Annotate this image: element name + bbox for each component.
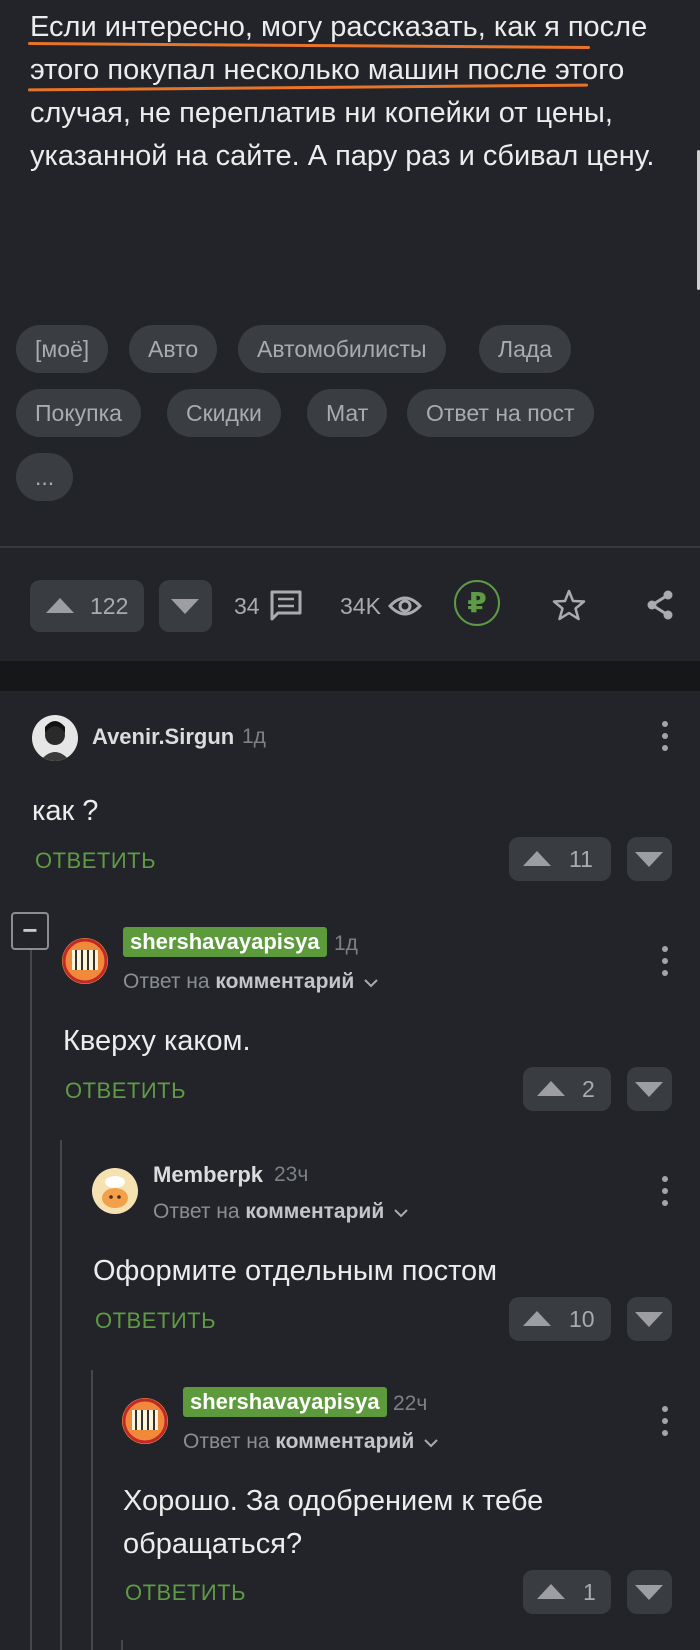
- reply-button[interactable]: ОТВЕТИТЬ: [95, 1308, 216, 1334]
- downvote-button[interactable]: [159, 580, 212, 632]
- collapse-button[interactable]: −: [11, 912, 49, 950]
- downvote-icon: [171, 599, 199, 614]
- reply-to-prefix: Ответ на: [153, 1200, 246, 1223]
- chevron-down-icon: [424, 1439, 438, 1448]
- reply-to-target: комментарий: [245, 1200, 385, 1223]
- comment-time: 22ч: [393, 1392, 428, 1415]
- comment-text: Хорошо. За одобрением к тебе обращаться?: [123, 1485, 544, 1560]
- reply-button[interactable]: ОТВЕТИТЬ: [35, 848, 156, 874]
- star-icon[interactable]: [552, 588, 586, 622]
- reply-to-link[interactable]: Ответ на комментарий: [183, 1430, 438, 1454]
- vote-count: 1: [583, 1579, 596, 1605]
- thread-line: [91, 1370, 93, 1650]
- avatar[interactable]: [62, 938, 108, 984]
- upvote-button[interactable]: 10: [509, 1297, 611, 1341]
- views-counter: 34K: [340, 588, 422, 624]
- tag-mat[interactable]: Мат: [307, 389, 388, 437]
- tag-motorists[interactable]: Автомобилисты: [238, 325, 446, 373]
- comments-icon: [270, 590, 302, 621]
- tag-moe[interactable]: [моё]: [16, 325, 109, 373]
- upvote-icon: [46, 598, 74, 613]
- comment-time: 1д: [334, 932, 358, 955]
- chevron-down-icon: [364, 979, 378, 988]
- downvote-icon: [635, 1312, 663, 1327]
- thread-line: [60, 1140, 62, 1650]
- tag-lada[interactable]: Лада: [479, 325, 572, 373]
- section-separator: [0, 661, 700, 691]
- thread-line: [30, 948, 32, 1650]
- upvote-button[interactable]: 122: [30, 580, 144, 632]
- collapse-icon: −: [22, 915, 38, 945]
- reply-to-target: комментарий: [275, 1430, 415, 1453]
- reply-to-link[interactable]: Ответ на комментарий: [123, 970, 378, 994]
- reply-button[interactable]: ОТВЕТИТЬ: [65, 1078, 186, 1104]
- post-body-text: Если интересно, могу рассказать, как я п…: [30, 11, 655, 172]
- comment-text: как ?: [32, 795, 99, 827]
- upvote-icon: [523, 1311, 551, 1326]
- downvote-button[interactable]: [627, 1570, 672, 1614]
- tag-discounts[interactable]: Скидки: [167, 389, 281, 437]
- comment-author[interactable]: shershavayapisya: [123, 927, 327, 957]
- upvote-icon: [523, 851, 551, 866]
- divider: [0, 546, 700, 548]
- upvote-button[interactable]: 11: [509, 837, 611, 881]
- reply-to-target: комментарий: [215, 970, 355, 993]
- upvote-icon: [537, 1584, 565, 1599]
- comment-author[interactable]: Avenir.Sirgun: [92, 724, 234, 750]
- upvote-button[interactable]: 1: [523, 1570, 611, 1614]
- comment-text: Кверху каком.: [63, 1025, 251, 1057]
- tag-reply-to-post[interactable]: Ответ на пост: [407, 389, 594, 437]
- share-icon[interactable]: [644, 589, 676, 621]
- avatar[interactable]: [122, 1398, 168, 1444]
- comment-text: Оформите отдельным постом: [93, 1255, 498, 1287]
- comments-counter[interactable]: 34: [234, 588, 314, 624]
- avatar[interactable]: [92, 1168, 138, 1214]
- downvote-icon: [635, 852, 663, 867]
- upvote-button[interactable]: 2: [523, 1067, 611, 1111]
- downvote-button[interactable]: [627, 837, 672, 881]
- vote-count: 2: [582, 1076, 595, 1102]
- thread-line: [121, 1640, 123, 1650]
- vote-count: 11: [569, 846, 593, 872]
- reply-to-prefix: Ответ на: [183, 1430, 276, 1453]
- comment-time: 1д: [242, 725, 266, 748]
- downvote-icon: [635, 1082, 663, 1097]
- reply-to-link[interactable]: Ответ на комментарий: [153, 1200, 408, 1224]
- tag-more[interactable]: ...: [16, 453, 74, 501]
- avatar[interactable]: [32, 715, 78, 761]
- reply-to-prefix: Ответ на: [123, 970, 216, 993]
- comment-author[interactable]: Memberpk: [153, 1162, 263, 1188]
- comments-count: 34: [234, 593, 260, 619]
- reply-button[interactable]: ОТВЕТИТЬ: [125, 1580, 246, 1606]
- tag-auto[interactable]: Авто: [129, 325, 218, 373]
- chevron-down-icon: [394, 1209, 408, 1218]
- ruble-icon: ₽: [467, 587, 487, 618]
- more-icon[interactable]: [662, 721, 668, 757]
- upvote-icon: [537, 1081, 565, 1096]
- tag-purchase[interactable]: Покупка: [16, 389, 141, 437]
- donate-button[interactable]: ₽: [454, 580, 500, 626]
- rating-count: 122: [90, 593, 129, 619]
- more-icon[interactable]: [662, 1176, 668, 1212]
- views-count: 34K: [340, 593, 381, 619]
- vote-count: 10: [569, 1306, 595, 1332]
- more-icon[interactable]: [662, 946, 668, 982]
- downvote-icon: [635, 1585, 663, 1600]
- more-icon[interactable]: [662, 1406, 668, 1442]
- comment-author[interactable]: shershavayapisya: [183, 1387, 387, 1417]
- downvote-button[interactable]: [627, 1067, 672, 1111]
- eye-icon: [388, 596, 422, 616]
- comment-time: 23ч: [274, 1163, 309, 1186]
- downvote-button[interactable]: [627, 1297, 672, 1341]
